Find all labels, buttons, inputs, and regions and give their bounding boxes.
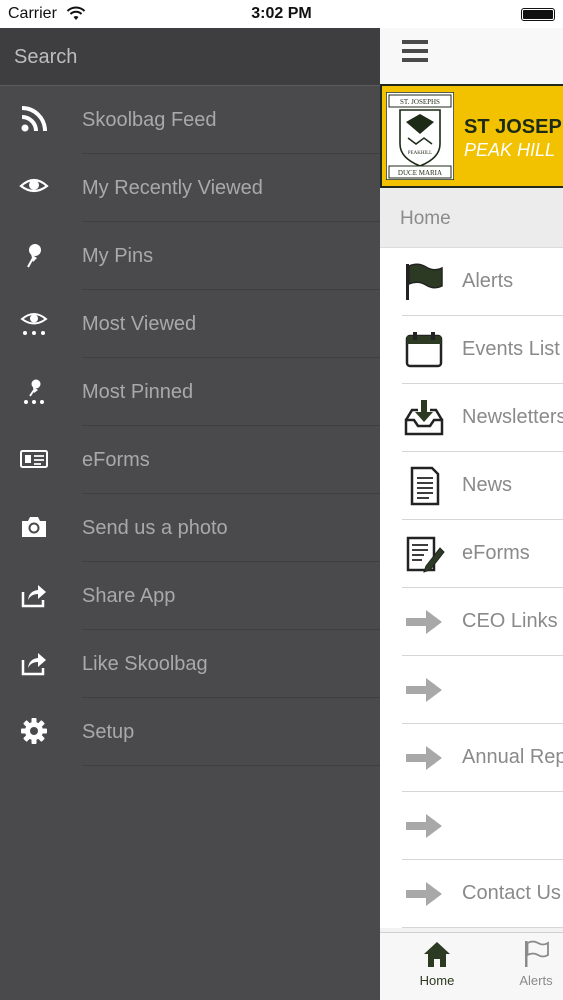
drawer-item-label: My Recently Viewed <box>82 176 263 199</box>
tab-alerts[interactable]: Alerts <box>496 939 563 995</box>
svg-text:DUCE MARIA: DUCE MARIA <box>398 169 442 177</box>
drawer-item-label: eForms <box>82 448 150 471</box>
calendar-icon <box>405 332 443 368</box>
list-item-link[interactable] <box>380 792 563 860</box>
share-icon <box>18 647 50 679</box>
drawer-item-most-viewed[interactable]: Most Viewed <box>0 290 380 358</box>
clock: 3:02 PM <box>251 5 312 22</box>
drawer-search-bar <box>0 28 380 86</box>
document-icon <box>410 466 440 506</box>
main-screen: ST. JOSEPHS PEAKHILL DUCE MARIA ST JOSEP… <box>380 28 563 1000</box>
arrow-right-icon <box>406 678 442 702</box>
eye-icon <box>18 171 50 203</box>
list-label: Newsletters <box>462 406 563 428</box>
list-item-contact-us[interactable]: Contact Us <box>380 860 563 928</box>
drawer-item-like-skoolbag[interactable]: Like Skoolbag <box>0 630 380 698</box>
tab-bar: Home Alerts <box>380 932 563 1000</box>
list-label: News <box>462 474 513 496</box>
arrow-right-icon <box>406 746 442 770</box>
share-icon <box>18 579 50 611</box>
list-item-newsletters[interactable]: Newsletters <box>380 384 563 452</box>
list-label: Alerts <box>462 270 514 292</box>
most-pinned-icon <box>18 375 50 407</box>
main-header <box>380 28 563 84</box>
drawer-item-label: Share App <box>82 584 176 607</box>
drawer-item-most-pinned[interactable]: Most Pinned <box>0 358 380 426</box>
status-bar: Carrier 3:02 PM <box>0 0 563 28</box>
id-card-icon <box>18 443 50 475</box>
drawer-item-skoolbag-feed[interactable]: Skoolbag Feed <box>0 86 380 154</box>
breadcrumb: Home <box>380 188 563 248</box>
arrow-right-icon <box>406 814 442 838</box>
drawer-item-label: Like Skoolbag <box>82 652 208 675</box>
home-icon <box>424 942 450 967</box>
drawer-item-label: My Pins <box>82 244 154 267</box>
list-item-news[interactable]: News <box>380 452 563 520</box>
drawer-item-recently-viewed[interactable]: My Recently Viewed <box>0 154 380 222</box>
breadcrumb-home: Home <box>400 208 451 229</box>
hamburger-menu-icon[interactable] <box>402 40 428 66</box>
list-label: Contact Us <box>462 882 561 904</box>
list-item-link[interactable] <box>380 656 563 724</box>
drawer-item-label: Send us a photo <box>82 516 228 539</box>
banner-subtitle: PEAK HILL <box>464 140 556 160</box>
list-label: Events List <box>462 338 560 360</box>
camera-icon <box>18 511 50 543</box>
school-banner: ST. JOSEPHS PEAKHILL DUCE MARIA ST JOSEP… <box>380 84 563 188</box>
flag-icon <box>525 940 549 967</box>
flag-icon <box>406 263 443 300</box>
drawer-item-send-photo[interactable]: Send us a photo <box>0 494 380 562</box>
drawer-item-label: Most Viewed <box>82 312 197 335</box>
svg-text:PEAKHILL: PEAKHILL <box>408 151 432 156</box>
list-label: Annual Rep <box>462 746 563 768</box>
rss-icon <box>18 103 50 135</box>
list-item-annual-report[interactable]: Annual Rep <box>380 724 563 792</box>
banner-title: ST JOSEPH <box>464 116 563 138</box>
tab-label: Home <box>419 973 455 988</box>
drawer-item-my-pins[interactable]: My Pins <box>0 222 380 290</box>
arrow-right-icon <box>406 882 442 906</box>
list-item-eforms[interactable]: eForms <box>380 520 563 588</box>
download-tray-icon <box>404 400 444 436</box>
drawer-item-label: Setup <box>82 720 135 743</box>
drawer-item-eforms[interactable]: eForms <box>0 426 380 494</box>
battery-icon <box>521 8 555 21</box>
school-crest-logo: ST. JOSEPHS PEAKHILL DUCE MARIA <box>386 92 454 180</box>
list-item-alerts[interactable]: Alerts <box>380 248 563 316</box>
most-viewed-icon <box>18 307 50 339</box>
drawer-item-label: Skoolbag Feed <box>82 108 217 131</box>
tab-home[interactable]: Home <box>397 939 477 995</box>
svg-text:ST. JOSEPHS: ST. JOSEPHS <box>400 98 440 106</box>
list-label: CEO Links <box>462 610 558 632</box>
form-pen-icon <box>406 536 445 573</box>
main-menu-list: Alerts Events List Newsletters News eFor… <box>380 248 563 928</box>
side-drawer: Skoolbag Feed My Recently Viewed My Pins… <box>0 28 380 1000</box>
search-input[interactable] <box>0 28 380 86</box>
drawer-item-label: Most Pinned <box>82 380 194 403</box>
tab-label: Alerts <box>519 973 553 988</box>
pin-icon <box>18 239 50 271</box>
drawer-menu: Skoolbag Feed My Recently Viewed My Pins… <box>0 86 380 766</box>
drawer-item-share-app[interactable]: Share App <box>0 562 380 630</box>
list-label: eForms <box>462 542 530 564</box>
arrow-right-icon <box>406 610 442 634</box>
gear-icon <box>18 715 50 747</box>
list-item-events[interactable]: Events List <box>380 316 563 384</box>
drawer-item-setup[interactable]: Setup <box>0 698 380 766</box>
list-item-ceo-links[interactable]: CEO Links <box>380 588 563 656</box>
